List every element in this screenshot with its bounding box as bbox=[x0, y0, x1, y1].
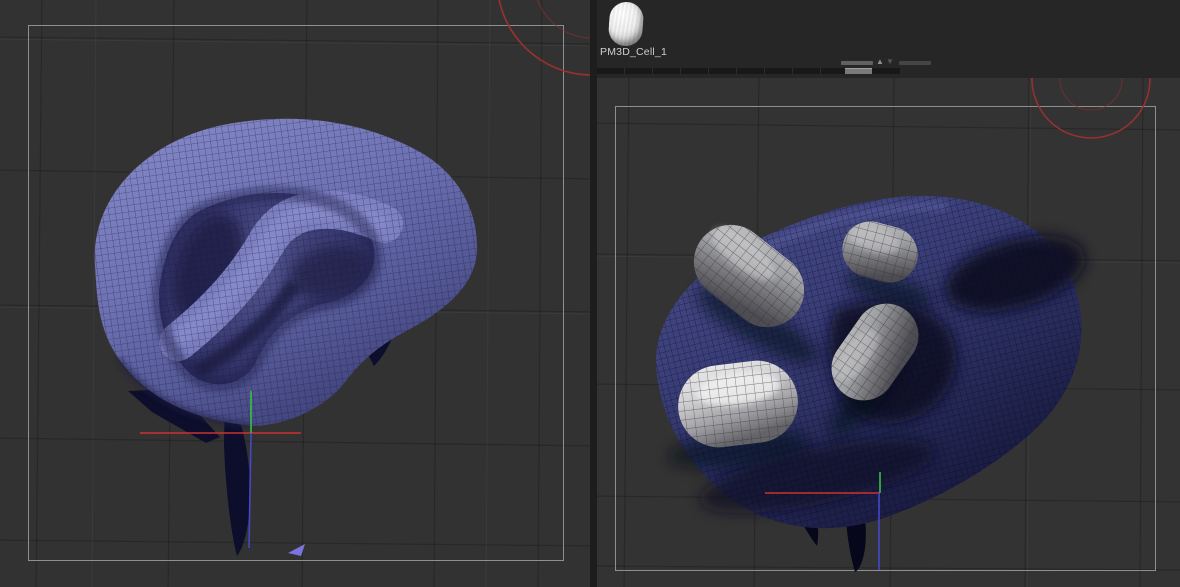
right-panel: PM3D_Cell_1 ▲ ▼ bbox=[597, 0, 1180, 587]
capsule-mesh-thumbnail[interactable] bbox=[607, 0, 645, 48]
left-viewport[interactable] bbox=[0, 0, 590, 587]
right-viewport[interactable] bbox=[597, 78, 1180, 587]
right-viewport-canvas bbox=[597, 78, 1180, 587]
cell-mesh-left[interactable] bbox=[94, 118, 478, 556]
splitter-up-arrow-icon[interactable]: ▲ bbox=[876, 57, 884, 67]
left-viewport-canvas bbox=[0, 0, 590, 587]
tool-tray: PM3D_Cell_1 ▲ ▼ bbox=[597, 0, 1180, 80]
splitter-down-arrow-icon[interactable]: ▼ bbox=[886, 57, 894, 67]
app-window: PM3D_Cell_1 ▲ ▼ bbox=[0, 0, 1180, 587]
tool-item-label: PM3D_Cell_1 bbox=[600, 46, 667, 58]
left-red-guide-circle bbox=[498, 0, 590, 76]
tray-scrollbar-track[interactable] bbox=[597, 68, 900, 74]
z-axis-line bbox=[248, 432, 252, 549]
splitter-handle-right[interactable] bbox=[899, 61, 931, 65]
tray-scrollbar-thumb[interactable] bbox=[845, 68, 872, 74]
panel-divider[interactable] bbox=[590, 0, 597, 587]
splitter-handle-left[interactable] bbox=[841, 61, 873, 65]
